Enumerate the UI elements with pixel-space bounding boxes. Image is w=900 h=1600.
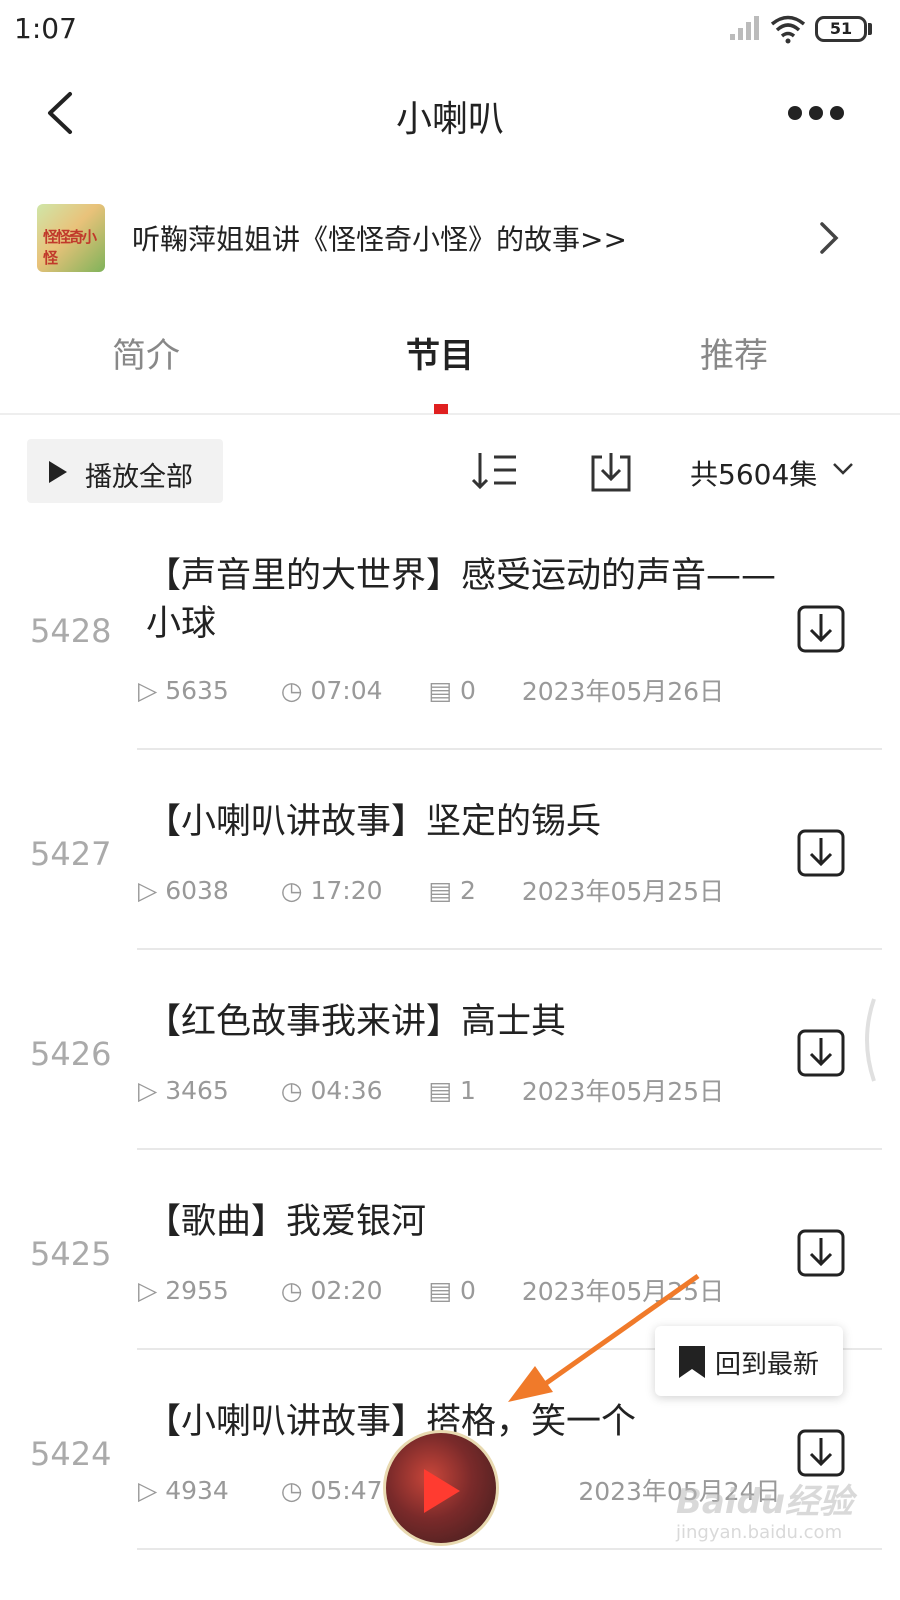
duration: 04:36 <box>310 1075 383 1105</box>
sort-order-icon[interactable] <box>470 449 520 493</box>
watermark-url: jingyan.baidu.com <box>676 1522 843 1543</box>
comment-icon: ▤ <box>428 1275 453 1305</box>
list-item[interactable]: 5428 【声音里的大世界】感受运动的声音——小球 ▷ 5635 ◷ 07:04… <box>0 510 900 750</box>
play-count-icon: ▷ <box>138 1275 158 1305</box>
episode-number: 5424 <box>30 1435 112 1473</box>
comment-count: 1 <box>460 1075 476 1105</box>
clock-icon: ◷ <box>280 875 303 905</box>
watermark: Baidu经验 jingyan.baidu.com <box>676 1470 856 1560</box>
play-count: 3465 <box>165 1075 229 1105</box>
chevron-right-icon <box>820 222 839 254</box>
play-all-button[interactable]: 播放全部 <box>27 439 223 503</box>
signal-icon <box>730 16 759 40</box>
clock-icon: ◷ <box>280 1075 303 1105</box>
duration: 05:47 <box>310 1475 383 1505</box>
episode-meta: ▷ 3465 ◷ 04:36 ▤ 1 2023年05月25日 <box>138 1072 724 1108</box>
banner-text: 听鞠萍姐姐讲《怪怪奇小怪》的故事>> <box>132 223 627 256</box>
publish-date: 2023年05月25日 <box>521 877 725 906</box>
play-button-icon <box>424 1469 460 1513</box>
back-to-latest-button[interactable]: 回到最新 <box>655 1326 843 1396</box>
download-icon[interactable] <box>796 604 846 654</box>
episode-meta: ▷ 2955 ◷ 02:20 ▤ 0 2023年05月25日 <box>138 1272 724 1308</box>
play-count: 5635 <box>165 675 229 705</box>
album-cover-text: 怪怪奇小怪 <box>43 228 97 267</box>
episode-title: 【歌曲】我爱银河 <box>146 1202 427 1242</box>
play-count: 6038 <box>165 875 229 905</box>
duration: 02:20 <box>310 1275 383 1305</box>
comment-icon: ▤ <box>428 675 453 705</box>
play-count: 2955 <box>165 1275 229 1305</box>
download-icon[interactable] <box>796 828 846 878</box>
status-bar: 1:07 51 <box>0 0 900 64</box>
play-all-label: 播放全部 <box>85 462 193 493</box>
bookmark-icon <box>679 1346 705 1378</box>
back-to-latest-label: 回到最新 <box>715 1350 820 1380</box>
batch-download-icon[interactable] <box>588 449 634 495</box>
episode-meta: ▷ 6038 ◷ 17:20 ▤ 2 2023年05月25日 <box>138 872 724 908</box>
album-banner[interactable]: 怪怪奇小怪 听鞠萍姐姐讲《怪怪奇小怪》的故事>> <box>0 200 900 280</box>
episode-number: 5428 <box>30 612 112 650</box>
episode-count[interactable]: 共5604集 <box>690 453 817 493</box>
tab-intro[interactable]: 简介 <box>46 328 246 377</box>
clock-icon: ◷ <box>280 1275 303 1305</box>
wifi-icon <box>770 15 806 44</box>
comment-count: 0 <box>460 675 476 705</box>
watermark-logo: Baidu经验 <box>676 1482 854 1522</box>
episode-number: 5427 <box>30 835 112 873</box>
play-count: 4934 <box>165 1475 229 1505</box>
more-options-icon[interactable] <box>786 104 846 122</box>
clock-icon: ◷ <box>280 675 303 705</box>
battery-tip <box>868 23 872 35</box>
duration: 07:04 <box>310 675 383 705</box>
battery-level: 51 <box>829 19 853 38</box>
comment-icon: ▤ <box>428 1075 453 1105</box>
episode-title: 【红色故事我来讲】高士其 <box>146 1002 567 1042</box>
play-count-icon: ▷ <box>138 675 158 705</box>
play-icon <box>49 461 67 483</box>
list-item[interactable]: 5427 【小喇叭讲故事】坚定的锡兵 ▷ 6038 ◷ 17:20 ▤ 2 20… <box>0 750 900 950</box>
episode-number: 5426 <box>30 1035 112 1073</box>
active-tab-indicator <box>434 404 448 414</box>
publish-date: 2023年05月25日 <box>521 1277 725 1306</box>
tab-bar: 简介 节目 推荐 <box>0 320 900 415</box>
play-count-icon: ▷ <box>138 875 158 905</box>
status-time: 1:07 <box>14 12 77 45</box>
list-item[interactable]: 5426 【红色故事我来讲】高士其 ▷ 3465 ◷ 04:36 ▤ 1 202… <box>0 950 900 1150</box>
tab-episodes[interactable]: 节目 <box>340 328 540 377</box>
publish-date: 2023年05月26日 <box>521 677 725 706</box>
comment-icon: ▤ <box>428 875 453 905</box>
battery-indicator: 51 <box>815 16 867 42</box>
scroll-edge-indicator <box>865 998 876 1082</box>
episode-title: 【声音里的大世界】感受运动的声音——小球 <box>146 556 777 644</box>
publish-date: 2023年05月25日 <box>521 1077 725 1106</box>
download-icon[interactable] <box>796 1028 846 1078</box>
tab-recommend[interactable]: 推荐 <box>634 328 834 377</box>
play-count-icon: ▷ <box>138 1075 158 1105</box>
duration: 17:20 <box>310 875 383 905</box>
episode-meta: ▷ 5635 ◷ 07:04 ▤ 0 2023年05月26日 <box>138 672 724 708</box>
mini-player[interactable] <box>383 1430 499 1546</box>
clock-icon: ◷ <box>280 1475 303 1505</box>
list-item[interactable]: 5425 【歌曲】我爱银河 ▷ 2955 ◷ 02:20 ▤ 0 2023年05… <box>0 1150 900 1350</box>
comment-count: 0 <box>460 1275 476 1305</box>
page-title: 小喇叭 <box>395 99 504 140</box>
album-cover: 怪怪奇小怪 <box>37 204 105 272</box>
top-nav: 小喇叭 <box>0 64 900 164</box>
comment-count: 2 <box>460 875 476 905</box>
episode-title: 【小喇叭讲故事】坚定的锡兵 <box>146 802 602 842</box>
episode-toolbar: 播放全部 共5604集 <box>0 437 900 507</box>
chevron-down-icon[interactable] <box>832 461 854 477</box>
episode-number: 5425 <box>30 1235 112 1273</box>
download-icon[interactable] <box>796 1228 846 1278</box>
play-count-icon: ▷ <box>138 1475 158 1505</box>
